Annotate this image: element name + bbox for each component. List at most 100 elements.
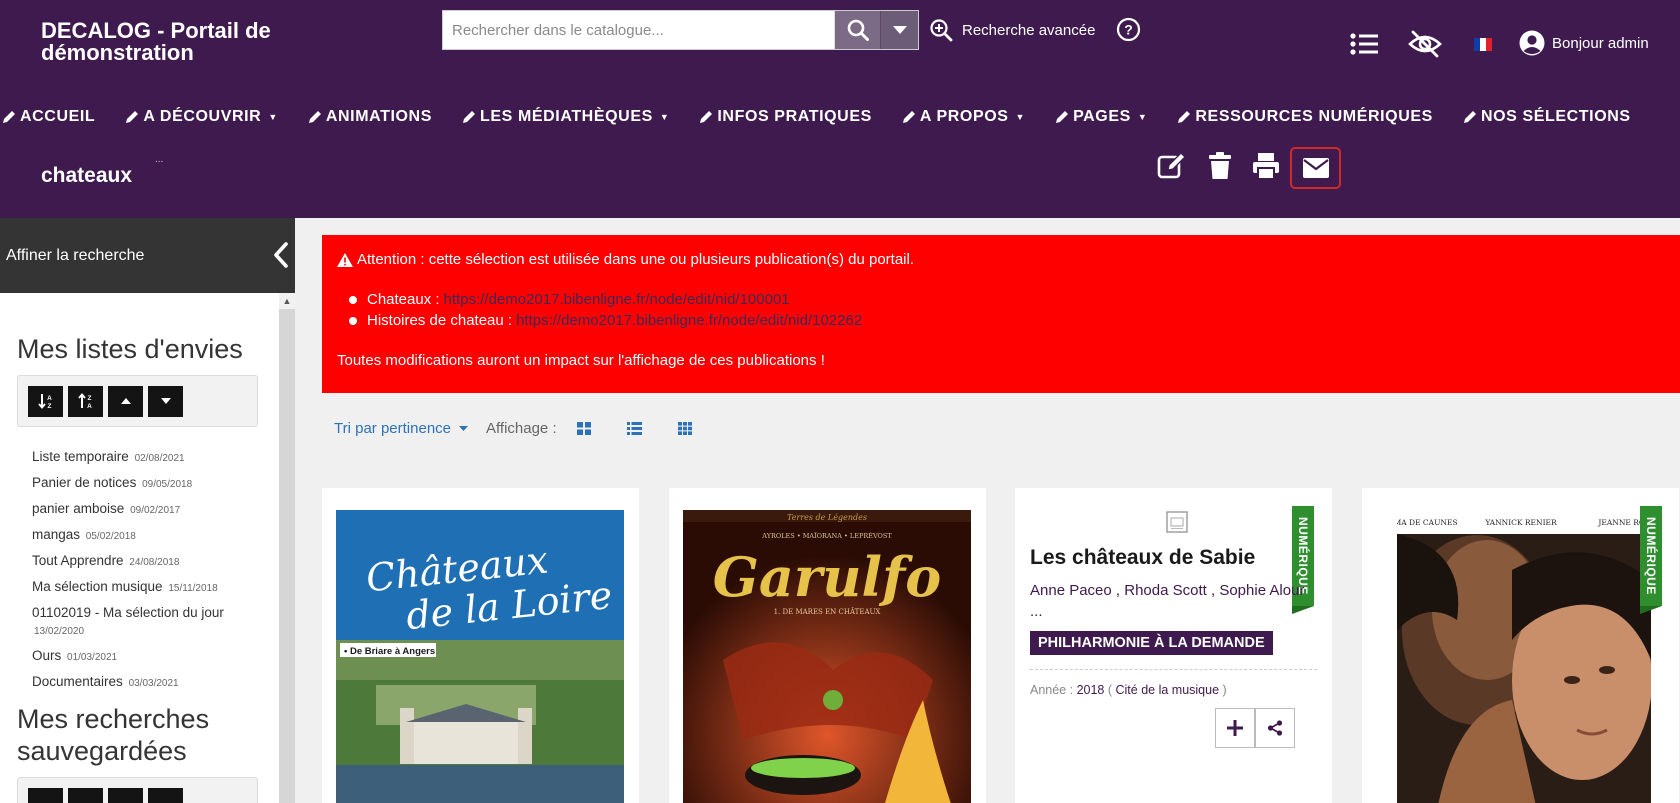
eye-slash-icon[interactable] [1408,30,1442,63]
alert-title-text: Attention : cette sélection est utilisée… [357,251,914,268]
advanced-search-link[interactable]: Recherche avancée [929,18,1095,42]
wishlist-item[interactable]: Ours 01/03/2021 [32,647,272,666]
wishlists-list: Liste temporaire 02/08/2021 Panier de no… [32,448,272,699]
publication-link[interactable]: https://demo2017.bibenligne.fr/node/edit… [444,289,790,310]
user-menu[interactable]: Bonjour admin [1519,30,1649,56]
move-down-button[interactable] [148,787,183,803]
result-card[interactable]: Châteaux de la Loire • De Briare à Anger… [322,488,639,803]
wishlist-date: 24/08/2018 [129,557,180,568]
caret-down-icon: ▼ [268,112,278,122]
search-input[interactable] [443,11,834,49]
wishlist-item[interactable]: Ma sélection musique 15/11/2018 [32,578,272,597]
sort-alpha-up-icon: ZA [77,393,92,409]
caret-down-icon [160,398,171,404]
result-card[interactable] [1015,793,1332,803]
nav-item-pages[interactable]: PAGES ▼ [1055,108,1147,126]
sort-label: Tri par pertinence [334,420,451,437]
help-icon[interactable]: ? [1116,17,1141,47]
nav-item-nos-selections[interactable]: NOS SÉLECTIONS [1463,108,1631,126]
search-options-dropdown[interactable] [880,11,918,49]
book-cover[interactable]: Terres de Légendes AYROLES • MAÏORANA • … [683,510,971,803]
alert-publication-item: Chateaux : https://demo2017.bibenligne.f… [363,289,1665,310]
wishlists-sort-bar: AZ ZA [17,375,258,427]
french-flag-icon[interactable] [1474,38,1492,51]
result-card[interactable]: Terres de Légendes AYROLES • MAÏORANA • … [669,488,986,803]
publication-link[interactable]: https://demo2017.bibenligne.fr/node/edit… [516,310,862,331]
add-to-selection-button[interactable] [1215,708,1255,748]
result-card[interactable]: EMMA DE CAUNES YANNICK RENIER JEANNE ROS… [1362,488,1679,803]
scroll-up-arrow-icon[interactable]: ▲ [279,293,295,309]
wishlists-heading: Mes listes d'envies [17,334,243,364]
main-navigation: ACCUEIL A DÉCOUVRIR ▼ ANIMATIONS LES MÉDI… [0,104,1631,130]
wishlist-item[interactable]: panier amboise 09/02/2017 [32,500,272,519]
sort-alpha-up-button[interactable]: ZA [68,385,103,417]
wishlist-item[interactable]: Panier de notices 09/05/2018 [32,474,272,493]
selection-title-mark: ... [155,154,164,165]
nav-item-accueil[interactable]: ACCUEIL [2,108,95,126]
edit-icon[interactable] [1157,152,1187,185]
nav-item-a-decouvrir[interactable]: A DÉCOUVRIR ▼ [125,108,278,126]
wishlist-name: Panier de notices [32,475,137,490]
sort-alpha-up-button[interactable] [68,787,103,803]
wishlist-name: Ma sélection musique [32,579,163,594]
result-authors: Anne Paceo , Rhoda Scott , Sophie Alour.… [1030,582,1305,620]
nav-item-ressources-numeriques[interactable]: RESSOURCES NUMÉRIQUES [1177,108,1433,126]
search-bar [442,10,919,50]
wishlist-date: 09/05/2018 [142,479,193,490]
chevron-left-icon[interactable] [273,242,289,273]
wishlist-item[interactable]: 01102019 - Ma sélection du jour 13/02/20… [32,604,272,640]
wishlist-name: Liste temporaire [32,449,129,464]
wishlist-item[interactable]: Documentaires 03/03/2021 [32,673,272,692]
move-up-button[interactable] [108,385,143,417]
film-poster[interactable]: EMMA DE CAUNES YANNICK RENIER JEANNE ROS… [1397,510,1651,803]
sort-alpha-down-button[interactable]: AZ [28,385,63,417]
sort-dropdown[interactable]: Tri par pertinence [334,420,468,437]
grid-large-icon [576,422,591,435]
pencil-icon [902,111,915,123]
share-button[interactable] [1255,708,1295,748]
book-cover[interactable]: Châteaux de la Loire • De Briare à Anger… [336,510,624,803]
publisher-value[interactable]: Cité de la musique [1116,683,1220,697]
nav-item-animations[interactable]: ANIMATIONS [308,108,432,126]
user-greeting: Bonjour admin [1552,34,1649,52]
pencil-icon [700,111,713,123]
refine-search-header[interactable]: Affiner la recherche [0,218,295,293]
view-grid-large-button[interactable] [576,422,591,435]
author-link[interactable]: Anne Paceo [1030,582,1112,599]
nav-label: PAGES [1073,108,1131,125]
author-link[interactable]: Rhoda Scott [1124,582,1207,599]
collection-tag[interactable]: PHILHARMONIE À LA DEMANDE [1030,631,1273,655]
wishlist-name: mangas [32,527,81,542]
move-down-button[interactable] [148,385,183,417]
trash-icon[interactable] [1208,152,1232,185]
email-button[interactable] [1290,147,1341,189]
nav-item-les-mediatheques[interactable]: LES MÉDIATHÈQUES ▼ [462,108,669,126]
nav-item-infos-pratiques[interactable]: INFOS PRATIQUES [699,108,872,126]
year-value[interactable]: 2018 [1077,683,1105,697]
saved-searches-heading: Mes recherches sauvegardées [17,704,210,766]
result-title[interactable]: Les châteaux de Sabie [1030,546,1255,570]
move-up-button[interactable] [108,787,143,803]
pencil-icon [1178,111,1191,123]
poster-credit: YANNICK RENIER [1484,518,1557,527]
wishlist-item[interactable]: mangas 05/02/2018 [32,526,272,545]
view-list-button[interactable] [626,422,642,435]
result-card[interactable]: NUMÉRIQUE Les châteaux de Sabie Anne Pac… [1015,488,1332,803]
publication-label: Histoires de chateau : [367,312,513,329]
list-icon[interactable] [1350,32,1378,61]
view-grid-small-button[interactable] [677,422,692,435]
wishlist-item[interactable]: Liste temporaire 02/08/2021 [32,448,272,467]
wishlist-item[interactable]: Tout Apprendre 24/08/2018 [32,552,272,571]
caret-down-icon: ▼ [1015,112,1026,122]
nav-label: ACCUEIL [20,108,96,125]
author-link[interactable]: Sophie Alour [1219,582,1304,599]
search-button[interactable] [834,11,880,49]
sort-alpha-down-button[interactable] [28,787,63,803]
nav-label: NOS SÉLECTIONS [1480,108,1631,125]
search-icon [847,19,869,41]
nav-item-a-propos[interactable]: A PROPOS ▼ [902,108,1025,126]
cover-series: Terres de Légendes [787,513,867,522]
site-title[interactable]: DECALOG - Portail de démonstration [41,20,301,64]
print-icon[interactable] [1252,152,1280,185]
sidebar-scrollbar[interactable]: ▲ [279,293,295,803]
